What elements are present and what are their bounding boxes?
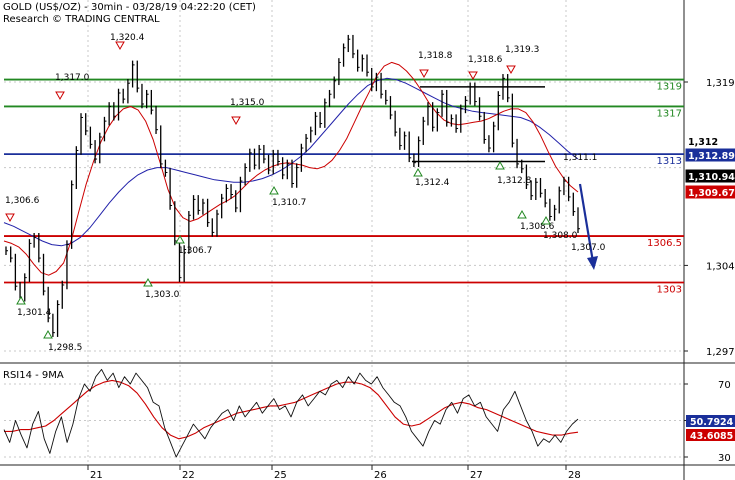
annotation-label: 1,312.4	[415, 178, 450, 188]
marker-up-icon	[517, 209, 527, 219]
marker-up-icon	[413, 167, 423, 177]
chart-title: GOLD (US$/OZ) - 30min - 03/28/19 04:22:2…	[3, 2, 256, 13]
pivot-label-1317: 1317	[657, 108, 682, 119]
marker-down-icon	[55, 91, 65, 101]
marker-down-icon	[468, 71, 478, 81]
price-tick-label: 1,297	[706, 347, 735, 358]
date-tick-label: 26	[374, 470, 387, 480]
marker-up-icon	[269, 185, 279, 195]
annotation-label: 1,318.6	[468, 55, 503, 65]
annotation-label: 1,306.7	[178, 246, 212, 256]
date-tick-label: 21	[90, 470, 103, 480]
pivot-label-1319: 1319	[657, 82, 682, 93]
annotation-label: 1,303.0	[145, 290, 180, 300]
annotation-label: 1,320.4	[110, 33, 145, 43]
annotation-label: 1,319.3	[505, 45, 539, 55]
pivot-label-1313: 1313	[657, 156, 682, 167]
pivot-level-lines: 1319 1317 1313 1306.5 1303	[4, 78, 684, 296]
price-tick-label: 1,319	[706, 78, 735, 89]
annotations: 1,320.4 1,317.0 1,315.0 1,318.8 1,318.61,319…	[5, 33, 606, 353]
annotation-label: 1,306.6	[5, 196, 40, 206]
annotation-label: 1,318.8	[418, 51, 453, 61]
annotation-label: 1,308.0	[543, 231, 578, 241]
marker-up-icon	[541, 215, 551, 225]
marker-up-icon	[43, 329, 53, 339]
annotation-label: 1,301.4	[17, 308, 52, 318]
marker-down-icon	[115, 41, 125, 51]
annotation-label: 1,298.5	[48, 343, 82, 353]
date-tick-label: 22	[182, 470, 195, 480]
rsi-value-tag-label: 43.6085	[690, 431, 733, 442]
annotation-label: 1,310.7	[272, 198, 306, 208]
pivot-label-1306.5: 1306.5	[647, 238, 682, 249]
source-credit: Research © TRADING CENTRAL	[3, 14, 160, 25]
projection-arrow-head	[587, 256, 598, 270]
pivot-label-1303: 1303	[657, 285, 682, 296]
rsi-tick-label: 70	[718, 380, 731, 391]
rsi-tick-label: 30	[718, 453, 731, 464]
price-tag-label: 1,312	[688, 137, 718, 148]
rsi-panel-title: RSI14 - 9MA	[3, 370, 64, 381]
marker-down-icon	[419, 69, 429, 79]
price-tick-label: 1,304	[706, 261, 735, 272]
marker-up-icon	[16, 295, 26, 305]
rsi-line	[3, 368, 579, 458]
annotation-label: 1,315.0	[230, 98, 265, 108]
ma-fast-line	[3, 61, 579, 276]
chart-svg: 1319131713131306.51303 1,320.41,317.01,3…	[0, 0, 735, 480]
price-tag-label: 1,312.89	[688, 151, 735, 162]
price-axis: 1,297 1,304 1,319 1,312.89 1,312 1,310.94 1,30…	[684, 78, 735, 358]
date-axis: 21 22 25 26 27 28	[87, 465, 581, 480]
marker-down-icon	[231, 116, 241, 126]
marker-down-icon	[5, 213, 15, 223]
rsi-ma-line	[4, 379, 579, 440]
date-tick-label: 25	[274, 470, 287, 480]
annotation-label: 1,307.0	[571, 243, 606, 253]
marker-up-icon	[175, 234, 185, 244]
marker-down-icon	[506, 65, 516, 75]
price-tag-label: 1,310.94	[688, 172, 735, 183]
rsi-panel: RSI14 - 9MA30507050.792443.6085	[3, 368, 735, 464]
price-tag-label: 1,309.67	[688, 188, 735, 199]
marker-up-icon	[495, 160, 505, 170]
annotation-label: 1,311.1	[563, 153, 597, 163]
date-tick-label: 27	[470, 470, 483, 480]
annotation-label: 1,317.0	[55, 73, 90, 83]
annotation-label: 1,312.8	[497, 176, 532, 186]
rsi-value-tag-label: 50.7924	[690, 417, 734, 428]
date-tick-label: 28	[568, 470, 581, 480]
